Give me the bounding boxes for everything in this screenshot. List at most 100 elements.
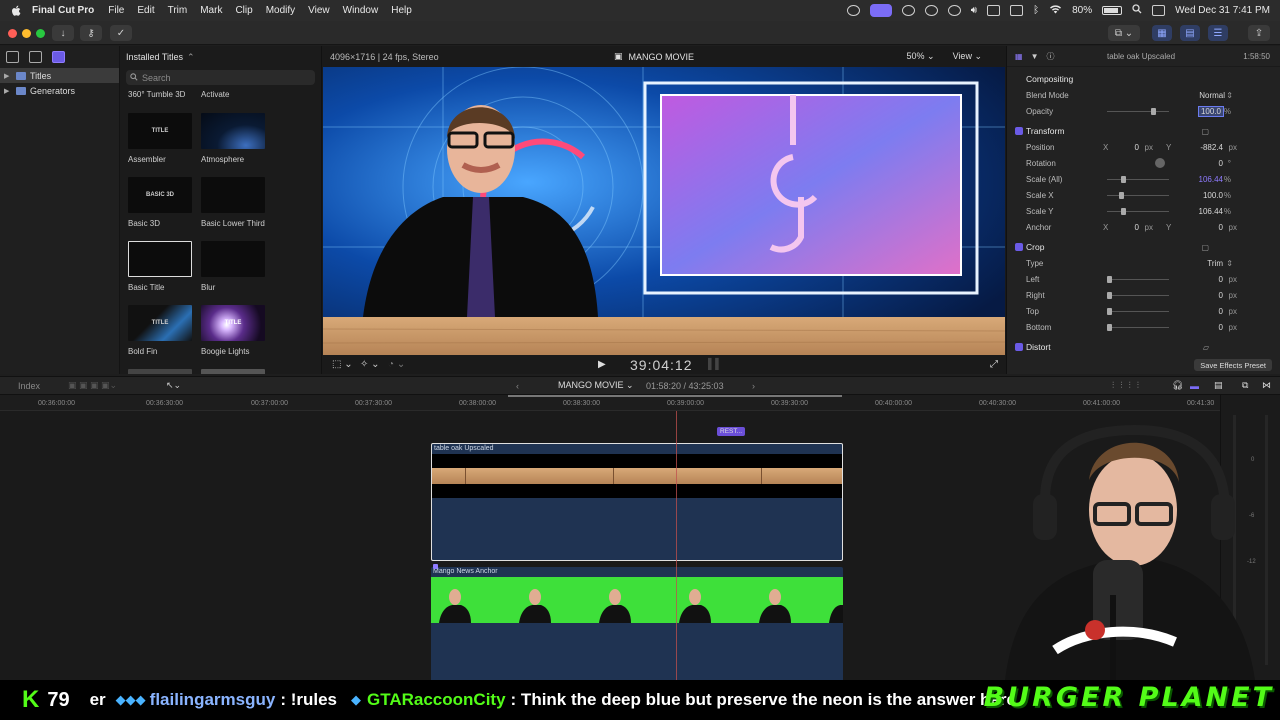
sidebar-item-generators[interactable]: ▶ Generators	[0, 83, 119, 98]
close-window-button[interactable]	[8, 29, 17, 38]
slider-knob[interactable]	[1107, 308, 1112, 315]
crop-onscreen-icon[interactable]: ▢	[1201, 243, 1209, 252]
play-icon[interactable]	[947, 5, 961, 16]
scale-x-field[interactable]: 100.0	[1203, 191, 1223, 200]
wifi-icon[interactable]	[1049, 4, 1062, 17]
menu-file[interactable]: File	[108, 5, 124, 16]
crop-checkbox[interactable]	[1015, 243, 1023, 251]
clip-appearance-icon[interactable]: ▬	[1190, 381, 1199, 391]
distort-onscreen-icon[interactable]: ▱	[1203, 343, 1209, 352]
bluetooth-icon[interactable]: ᛒ	[1033, 5, 1039, 16]
transform-onscreen-icon[interactable]: ▢	[1201, 127, 1209, 136]
slider-knob[interactable]	[1121, 208, 1126, 215]
playhead[interactable]	[676, 411, 677, 680]
menu-clip[interactable]: Clip	[235, 5, 252, 16]
menu-mark[interactable]: Mark	[200, 5, 222, 16]
effects-browser-icon[interactable]: ⧉	[1242, 380, 1248, 391]
index-button[interactable]: Index	[18, 381, 40, 391]
slider-knob[interactable]	[1107, 324, 1112, 331]
back-arrow-icon[interactable]: ‹	[516, 381, 519, 391]
play-button[interactable]: ▶	[598, 359, 606, 370]
rotation-field[interactable]: 0	[1219, 159, 1223, 168]
creative-cloud-icon[interactable]	[846, 5, 860, 16]
zoom-menu[interactable]: 50% ⌄	[907, 51, 935, 62]
clip-mango-news-anchor[interactable]: Mango News Anchor	[431, 567, 843, 680]
transform-tool-icon[interactable]: ⬚ ⌄	[332, 359, 353, 370]
menu-view[interactable]: View	[308, 5, 330, 16]
title-tile[interactable]	[201, 369, 267, 374]
menu-help[interactable]: Help	[391, 5, 412, 16]
show-inspector-button[interactable]: ☰	[1208, 25, 1228, 41]
crop-top-field[interactable]: 0	[1219, 307, 1223, 316]
scale-all-slider[interactable]	[1107, 176, 1169, 183]
title-tile[interactable]: TITLE Assembler	[128, 113, 194, 164]
menu-window[interactable]: Window	[343, 5, 379, 16]
timeline-options-icon[interactable]: ▤	[1214, 380, 1223, 391]
menu-edit[interactable]: Edit	[137, 5, 154, 16]
title-tile[interactable]: Basic Lower Third	[201, 177, 267, 228]
filter-inspector-icon[interactable]: ▼	[1031, 52, 1039, 61]
scale-y-slider[interactable]	[1107, 208, 1169, 215]
show-browser-button[interactable]: ▦	[1152, 25, 1172, 41]
position-y-field[interactable]: -882.4	[1200, 143, 1223, 152]
crop-right-field[interactable]: 0	[1219, 291, 1223, 300]
headphones-icon[interactable]: 🎧︎	[1172, 380, 1183, 391]
apple-menu-icon[interactable]	[10, 5, 22, 17]
crop-type-popup[interactable]: Trim	[1207, 259, 1223, 268]
select-tool-icon[interactable]: ↖⌄	[166, 380, 181, 391]
scale-x-slider[interactable]	[1107, 192, 1169, 199]
browser-header[interactable]: Installed Titles ⌃	[120, 46, 321, 68]
search-field[interactable]: Search	[126, 70, 315, 85]
transitions-icon[interactable]: ⋈	[1262, 380, 1271, 391]
video-inspector-icon[interactable]: ▦	[1015, 52, 1023, 61]
title-tile[interactable]: Blur	[201, 241, 267, 292]
slider-knob[interactable]	[1107, 276, 1112, 283]
anchor-y-field[interactable]: 0	[1219, 223, 1223, 232]
crop-right-slider[interactable]	[1107, 292, 1169, 299]
crop-left-slider[interactable]	[1107, 276, 1169, 283]
control-center-icon[interactable]	[1152, 5, 1166, 16]
share-layout-button[interactable]: ⧉ ⌄	[1108, 25, 1140, 41]
globe-icon[interactable]	[901, 5, 915, 16]
speed-tool-icon[interactable]: ◔ ⌄	[388, 359, 405, 370]
enhance-tool-icon[interactable]: ✧ ⌄	[360, 359, 380, 370]
forward-arrow-icon[interactable]: ›	[752, 381, 755, 391]
scale-all-field[interactable]: 106.44	[1199, 175, 1223, 184]
slider-knob[interactable]	[1121, 176, 1126, 183]
save-effects-preset-button[interactable]: Save Effects Preset	[1194, 359, 1272, 371]
view-menu[interactable]: View ⌄	[953, 51, 982, 62]
timeline-project-name[interactable]: MANGO MOVIE ⌄	[558, 380, 634, 391]
keywords-button[interactable]: ⚷	[80, 25, 102, 41]
distort-checkbox[interactable]	[1015, 343, 1023, 351]
menu-trim[interactable]: Trim	[168, 5, 188, 16]
share-button[interactable]: ⇪	[1248, 25, 1270, 41]
display-icon[interactable]	[1010, 5, 1024, 16]
crop-left-field[interactable]: 0	[1219, 275, 1223, 284]
title-tile[interactable]	[128, 369, 194, 374]
search-input[interactable]: Search	[142, 73, 171, 83]
title-tile[interactable]: BASIC 3D Basic 3D	[128, 177, 194, 228]
zoom-window-button[interactable]	[36, 29, 45, 38]
anchor-x-field[interactable]: 0	[1135, 223, 1139, 232]
clip-table-oak[interactable]: table oak Upscaled	[431, 443, 843, 561]
background-tasks-button[interactable]: ✓	[110, 25, 132, 41]
crop-top-slider[interactable]	[1107, 308, 1169, 315]
transform-checkbox[interactable]	[1015, 127, 1023, 135]
fullscreen-icon[interactable]: ⤢	[990, 359, 998, 370]
sidebar-item-titles[interactable]: ▶ Titles	[0, 68, 119, 83]
keyboard-icon[interactable]	[987, 5, 1001, 16]
info-inspector-icon[interactable]: ⓘ	[1046, 51, 1054, 62]
crop-bottom-slider[interactable]	[1107, 324, 1169, 331]
tile-label[interactable]: 360° Tumble 3D	[128, 90, 185, 99]
opacity-field[interactable]: 100.0	[1197, 105, 1225, 117]
photos-tab-icon[interactable]	[6, 51, 19, 63]
title-tile[interactable]: TITLE Bold Fin	[128, 305, 194, 356]
blend-mode-popup[interactable]: Normal	[1199, 91, 1225, 100]
timecode-display[interactable]: 39:04:12	[630, 357, 693, 373]
title-tile[interactable]: TITLE Boogie Lights	[201, 305, 267, 356]
connect-clip-icon[interactable]: ▣ ▣ ▣ ▣⌄	[68, 380, 117, 391]
video-frame[interactable]	[323, 67, 1005, 355]
slider-knob[interactable]	[1151, 108, 1156, 115]
show-timeline-button[interactable]: ▤	[1180, 25, 1200, 41]
slider-knob[interactable]	[1107, 292, 1112, 299]
